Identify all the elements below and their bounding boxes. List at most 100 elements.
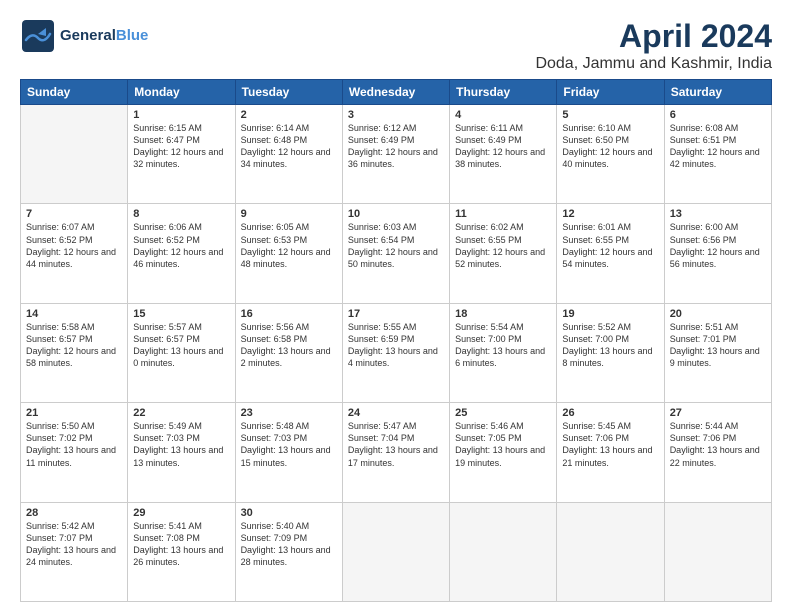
day-info: Sunrise: 5:50 AMSunset: 7:02 PMDaylight:… [26,420,122,469]
calendar-cell: 16Sunrise: 5:56 AMSunset: 6:58 PMDayligh… [235,303,342,402]
day-info: Sunrise: 6:02 AMSunset: 6:55 PMDaylight:… [455,221,551,270]
col-saturday: Saturday [664,80,771,105]
day-number: 1 [133,109,229,121]
calendar-week-2: 7Sunrise: 6:07 AMSunset: 6:52 PMDaylight… [21,204,772,303]
day-number: 6 [670,109,766,121]
calendar-cell: 29Sunrise: 5:41 AMSunset: 7:08 PMDayligh… [128,502,235,601]
day-info: Sunrise: 5:44 AMSunset: 7:06 PMDaylight:… [670,420,766,469]
calendar-cell: 25Sunrise: 5:46 AMSunset: 7:05 PMDayligh… [450,403,557,502]
calendar-cell: 18Sunrise: 5:54 AMSunset: 7:00 PMDayligh… [450,303,557,402]
day-number: 15 [133,308,229,320]
day-number: 24 [348,407,444,419]
day-number: 5 [562,109,658,121]
calendar-cell: 2Sunrise: 6:14 AMSunset: 6:48 PMDaylight… [235,105,342,204]
page-container: GeneralBlue April 2024 Doda, Jammu and K… [0,0,792,612]
day-number: 27 [670,407,766,419]
header: GeneralBlue April 2024 Doda, Jammu and K… [20,18,772,73]
day-number: 23 [241,407,337,419]
col-wednesday: Wednesday [342,80,449,105]
calendar-cell: 20Sunrise: 5:51 AMSunset: 7:01 PMDayligh… [664,303,771,402]
calendar-cell: 24Sunrise: 5:47 AMSunset: 7:04 PMDayligh… [342,403,449,502]
day-info: Sunrise: 6:07 AMSunset: 6:52 PMDaylight:… [26,221,122,270]
day-info: Sunrise: 5:45 AMSunset: 7:06 PMDaylight:… [562,420,658,469]
subtitle: Doda, Jammu and Kashmir, India [535,55,772,73]
calendar-cell: 4Sunrise: 6:11 AMSunset: 6:49 PMDaylight… [450,105,557,204]
calendar-cell: 10Sunrise: 6:03 AMSunset: 6:54 PMDayligh… [342,204,449,303]
day-number: 17 [348,308,444,320]
calendar-cell: 19Sunrise: 5:52 AMSunset: 7:00 PMDayligh… [557,303,664,402]
day-number: 20 [670,308,766,320]
day-info: Sunrise: 5:46 AMSunset: 7:05 PMDaylight:… [455,420,551,469]
col-tuesday: Tuesday [235,80,342,105]
calendar-cell: 26Sunrise: 5:45 AMSunset: 7:06 PMDayligh… [557,403,664,502]
day-number: 21 [26,407,122,419]
calendar-week-4: 21Sunrise: 5:50 AMSunset: 7:02 PMDayligh… [21,403,772,502]
day-info: Sunrise: 6:03 AMSunset: 6:54 PMDaylight:… [348,221,444,270]
day-info: Sunrise: 5:42 AMSunset: 7:07 PMDaylight:… [26,520,122,569]
day-number: 8 [133,208,229,220]
col-friday: Friday [557,80,664,105]
day-number: 2 [241,109,337,121]
day-info: Sunrise: 6:06 AMSunset: 6:52 PMDaylight:… [133,221,229,270]
day-info: Sunrise: 6:00 AMSunset: 6:56 PMDaylight:… [670,221,766,270]
calendar-cell: 17Sunrise: 5:55 AMSunset: 6:59 PMDayligh… [342,303,449,402]
calendar-cell [450,502,557,601]
day-info: Sunrise: 6:12 AMSunset: 6:49 PMDaylight:… [348,122,444,171]
day-number: 9 [241,208,337,220]
day-number: 22 [133,407,229,419]
calendar-cell: 7Sunrise: 6:07 AMSunset: 6:52 PMDaylight… [21,204,128,303]
day-number: 10 [348,208,444,220]
day-number: 16 [241,308,337,320]
day-info: Sunrise: 5:54 AMSunset: 7:00 PMDaylight:… [455,321,551,370]
day-number: 7 [26,208,122,220]
day-number: 18 [455,308,551,320]
day-info: Sunrise: 5:41 AMSunset: 7:08 PMDaylight:… [133,520,229,569]
calendar-cell [342,502,449,601]
day-number: 25 [455,407,551,419]
day-number: 19 [562,308,658,320]
calendar-cell: 27Sunrise: 5:44 AMSunset: 7:06 PMDayligh… [664,403,771,502]
calendar-week-5: 28Sunrise: 5:42 AMSunset: 7:07 PMDayligh… [21,502,772,601]
calendar-cell [664,502,771,601]
calendar-cell: 5Sunrise: 6:10 AMSunset: 6:50 PMDaylight… [557,105,664,204]
calendar-header-row: Sunday Monday Tuesday Wednesday Thursday… [21,80,772,105]
day-info: Sunrise: 6:01 AMSunset: 6:55 PMDaylight:… [562,221,658,270]
day-number: 11 [455,208,551,220]
day-info: Sunrise: 5:47 AMSunset: 7:04 PMDaylight:… [348,420,444,469]
day-info: Sunrise: 6:05 AMSunset: 6:53 PMDaylight:… [241,221,337,270]
calendar-cell: 6Sunrise: 6:08 AMSunset: 6:51 PMDaylight… [664,105,771,204]
day-number: 30 [241,507,337,519]
calendar-week-1: 1Sunrise: 6:15 AMSunset: 6:47 PMDaylight… [21,105,772,204]
title-block: April 2024 Doda, Jammu and Kashmir, Indi… [535,18,772,73]
day-info: Sunrise: 6:08 AMSunset: 6:51 PMDaylight:… [670,122,766,171]
calendar-cell: 11Sunrise: 6:02 AMSunset: 6:55 PMDayligh… [450,204,557,303]
day-info: Sunrise: 6:10 AMSunset: 6:50 PMDaylight:… [562,122,658,171]
day-number: 26 [562,407,658,419]
main-title: April 2024 [535,18,772,55]
calendar-week-3: 14Sunrise: 5:58 AMSunset: 6:57 PMDayligh… [21,303,772,402]
day-info: Sunrise: 6:11 AMSunset: 6:49 PMDaylight:… [455,122,551,171]
day-info: Sunrise: 5:55 AMSunset: 6:59 PMDaylight:… [348,321,444,370]
calendar-cell [21,105,128,204]
calendar-cell: 14Sunrise: 5:58 AMSunset: 6:57 PMDayligh… [21,303,128,402]
day-info: Sunrise: 6:15 AMSunset: 6:47 PMDaylight:… [133,122,229,171]
calendar-cell: 1Sunrise: 6:15 AMSunset: 6:47 PMDaylight… [128,105,235,204]
col-monday: Monday [128,80,235,105]
day-info: Sunrise: 5:48 AMSunset: 7:03 PMDaylight:… [241,420,337,469]
day-info: Sunrise: 5:49 AMSunset: 7:03 PMDaylight:… [133,420,229,469]
calendar-cell: 9Sunrise: 6:05 AMSunset: 6:53 PMDaylight… [235,204,342,303]
col-sunday: Sunday [21,80,128,105]
day-number: 14 [26,308,122,320]
calendar-cell: 22Sunrise: 5:49 AMSunset: 7:03 PMDayligh… [128,403,235,502]
calendar-cell: 21Sunrise: 5:50 AMSunset: 7:02 PMDayligh… [21,403,128,502]
day-info: Sunrise: 5:56 AMSunset: 6:58 PMDaylight:… [241,321,337,370]
logo: GeneralBlue [20,18,148,54]
logo-text: GeneralBlue [60,28,148,45]
day-number: 12 [562,208,658,220]
calendar-cell: 8Sunrise: 6:06 AMSunset: 6:52 PMDaylight… [128,204,235,303]
col-thursday: Thursday [450,80,557,105]
day-info: Sunrise: 5:57 AMSunset: 6:57 PMDaylight:… [133,321,229,370]
day-info: Sunrise: 5:52 AMSunset: 7:00 PMDaylight:… [562,321,658,370]
calendar-cell: 15Sunrise: 5:57 AMSunset: 6:57 PMDayligh… [128,303,235,402]
day-number: 28 [26,507,122,519]
